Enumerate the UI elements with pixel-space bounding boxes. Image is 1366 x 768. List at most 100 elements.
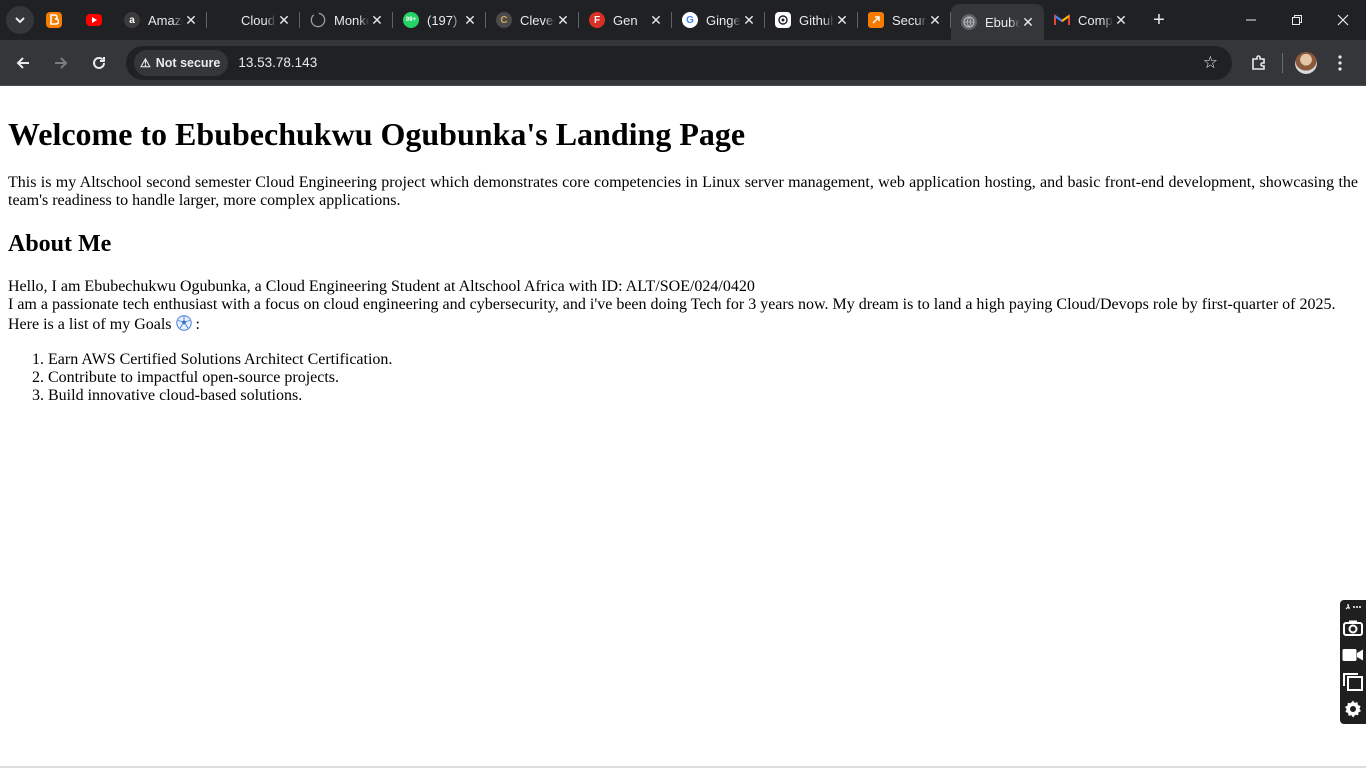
capture-toolbar	[1340, 600, 1366, 724]
video-camera-icon	[1342, 648, 1363, 661]
tab-ginger[interactable]: G Ginger ✕	[672, 0, 765, 40]
restore-button[interactable]	[1274, 0, 1320, 40]
close-window-button[interactable]	[1320, 0, 1366, 40]
menu-button[interactable]	[1323, 46, 1357, 80]
security-icon	[868, 12, 884, 28]
close-icon[interactable]: ✕	[1113, 12, 1129, 29]
intro-paragraph: This is my Altschool second semester Clo…	[8, 174, 1358, 209]
forward-button[interactable]	[44, 46, 78, 80]
loading-icon	[310, 12, 326, 28]
security-indicator[interactable]: ⚠ Not secure	[134, 49, 229, 76]
tab-gen[interactable]: F Gen ✕	[579, 0, 672, 40]
more-vertical-icon	[1338, 54, 1342, 71]
screenshot-button[interactable]	[1342, 614, 1364, 641]
clever-icon: C	[496, 12, 512, 28]
tab-title: Monkeytype	[334, 12, 369, 28]
extensions-button[interactable]	[1242, 46, 1276, 80]
close-icon[interactable]: ✕	[741, 12, 757, 29]
tab-cloud[interactable]: Cloud ✕	[207, 0, 300, 40]
close-icon[interactable]: ✕	[462, 12, 478, 29]
tab-clever[interactable]: C Clever ✕	[486, 0, 579, 40]
tab-title: Compose	[1078, 12, 1113, 28]
cloud-icon	[217, 12, 233, 28]
close-icon[interactable]: ✕	[369, 12, 385, 29]
address-bar[interactable]: ⚠ Not secure 13.53.78.143 ☆	[126, 45, 1232, 80]
google-icon: G	[682, 12, 698, 28]
tab-security[interactable]: Security ✕	[858, 0, 951, 40]
gear-icon	[1345, 700, 1361, 717]
whatsapp-icon: 99+	[403, 12, 419, 28]
close-icon[interactable]: ✕	[927, 12, 943, 29]
tab-title: Cloud	[241, 12, 275, 28]
tab-search-button[interactable]	[6, 6, 34, 34]
url-text[interactable]: 13.53.78.143	[238, 55, 317, 70]
restore-icon	[1292, 15, 1302, 25]
page-title: Welcome to Ebubechukwu Ogubunka's Landin…	[8, 116, 746, 152]
list-item: Build innovative cloud-based solutions.	[48, 387, 1358, 405]
tab-compose[interactable]: Compose ✕	[1044, 0, 1137, 40]
close-icon[interactable]: ✕	[834, 12, 850, 29]
tab-monkeytype[interactable]: Monkeytype ✕	[300, 0, 393, 40]
tab-title: Github	[799, 12, 834, 28]
minimize-icon	[1246, 19, 1256, 21]
record-video-button[interactable]	[1342, 641, 1364, 668]
close-icon[interactable]: ✕	[276, 12, 292, 29]
close-icon[interactable]: ✕	[648, 12, 664, 29]
openai-icon	[775, 12, 791, 28]
about-section: Hello, I am Ebubechukwu Ogubunka, a Clou…	[8, 278, 1358, 335]
back-button[interactable]	[6, 46, 40, 80]
arrow-right-icon	[55, 56, 68, 69]
tab-github[interactable]: Github ✕	[765, 0, 858, 40]
link-icon[interactable]	[1344, 602, 1362, 614]
gmail-icon	[1054, 12, 1070, 28]
window-controls	[1228, 0, 1366, 40]
camera-icon	[1343, 620, 1363, 636]
tab-amazon[interactable]: a Amazon ✕	[114, 0, 207, 40]
tab-title: Ginger	[706, 12, 741, 28]
bookmark-star-icon[interactable]: ☆	[1203, 53, 1218, 73]
browser-toolbar: ⚠ Not secure 13.53.78.143 ☆	[0, 40, 1366, 86]
new-tab-button[interactable]: +	[1141, 9, 1177, 32]
list-item: Earn AWS Certified Solutions Architect C…	[48, 351, 1358, 369]
tab-title: Gen	[613, 12, 638, 28]
tab-title: (197) WhatsApp	[427, 12, 462, 28]
close-icon[interactable]: ✕	[1020, 14, 1036, 31]
reload-button[interactable]	[82, 46, 116, 80]
minimize-button[interactable]	[1228, 0, 1274, 40]
tab-title: Clever	[520, 12, 555, 28]
toolbar-divider	[1282, 52, 1283, 73]
window-stack-icon	[1343, 672, 1363, 691]
tab-title: Ebubechukwu	[985, 14, 1020, 30]
tab-strip: a Amazon ✕ Cloud ✕ Monkeytype ✕ 99+ (197…	[0, 0, 1366, 40]
plus-icon: +	[1153, 8, 1165, 31]
avatar	[1295, 51, 1317, 74]
reload-icon	[93, 56, 105, 69]
settings-button[interactable]	[1342, 695, 1364, 722]
goals-intro-suffix: :	[195, 316, 200, 333]
window-capture-button[interactable]	[1342, 668, 1364, 695]
tab-whatsapp[interactable]: 99+ (197) WhatsApp ✕	[393, 0, 486, 40]
youtube-icon	[86, 14, 102, 26]
profile-button[interactable]	[1289, 46, 1323, 80]
pinned-tab-blogger[interactable]	[34, 0, 74, 40]
about-line: Hello, I am Ebubechukwu Ogubunka, a Clou…	[8, 278, 755, 295]
page-content: Welcome to Ebubechukwu Ogubunka's Landin…	[0, 87, 1366, 767]
close-icon	[1337, 14, 1349, 26]
puzzle-icon	[1252, 54, 1265, 70]
goals-list: Earn AWS Certified Solutions Architect C…	[8, 351, 1358, 405]
tab-title: Security	[892, 12, 927, 28]
amazon-icon: a	[124, 12, 140, 28]
chevron-down-icon	[15, 17, 25, 24]
warning-icon: ⚠	[140, 55, 151, 70]
arrow-left-icon	[16, 56, 29, 69]
pinned-tab-youtube[interactable]	[74, 0, 114, 40]
close-icon[interactable]: ✕	[555, 12, 571, 29]
about-heading: About Me	[8, 231, 112, 257]
tab-title: Amazon	[148, 12, 183, 28]
gen-icon: F	[589, 12, 605, 28]
blogger-icon	[46, 12, 62, 28]
about-line: I am a passionate tech enthusiast with a…	[8, 296, 1336, 313]
list-item: Contribute to impactful open-source proj…	[48, 369, 1358, 387]
tab-ebubechukwu[interactable]: Ebubechukwu ✕	[951, 4, 1044, 40]
close-icon[interactable]: ✕	[183, 12, 199, 29]
